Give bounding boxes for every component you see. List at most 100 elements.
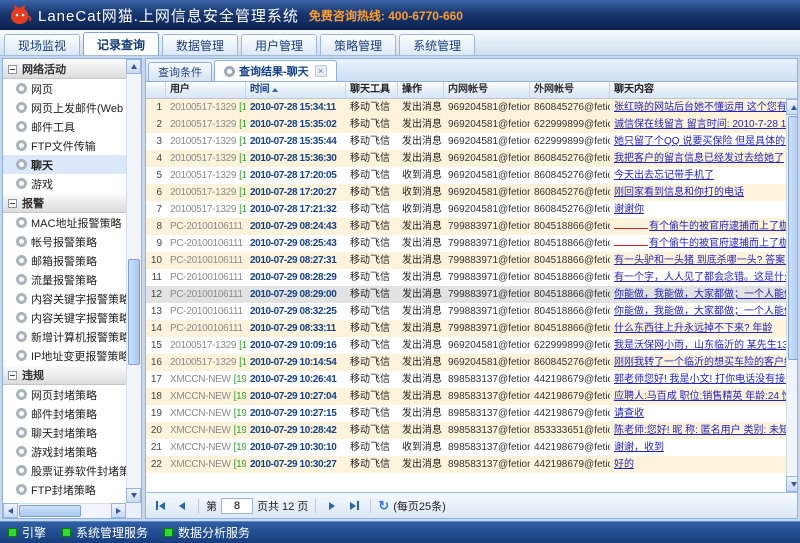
chat-message-link[interactable]: 陈老师:您好! 昵 称: 匿名用户 类别: 未知 xyxy=(614,425,786,436)
sidebar-item-邮件封堵策略[interactable]: 邮件封堵策略 xyxy=(3,404,126,423)
table-row[interactable]: 220100517-1329[12010-07-28 15:35:02移动飞信发… xyxy=(146,116,786,133)
chat-message-link[interactable]: 诚信保在线留言 留言时间: 2010-7-28 10:50:0 xyxy=(614,119,786,130)
scroll-up-icon[interactable] xyxy=(786,99,797,115)
sidebar-vscroll-thumb[interactable] xyxy=(128,259,140,366)
chat-message-link[interactable]: 我把客户的留言信息已经发过去给她了 xyxy=(614,153,784,164)
col-header-chat-tool[interactable]: 聊天工具 xyxy=(346,82,398,98)
table-row[interactable]: 320100517-1329[12010-07-28 15:35:44移动飞信发… xyxy=(146,133,786,150)
first-page-button[interactable] xyxy=(151,497,169,515)
sidebar-item-FTP封堵策略[interactable]: FTP封堵策略 xyxy=(3,480,126,499)
chat-message-link[interactable]: 你能做，我能做，大家都做；一个人能做，两 xyxy=(614,306,786,317)
menu-tab-系统管理[interactable]: 系统管理 xyxy=(399,34,475,55)
chat-message-link[interactable]: 有个偷牛的被官府逮捕而上了枷锁。熟人! xyxy=(649,238,786,249)
menu-tab-记录查询[interactable]: 记录查询 xyxy=(83,32,159,55)
table-row[interactable]: 21XMCCN-NEW[19:2010-07-29 10:30:10移动飞信收到… xyxy=(146,439,786,456)
table-row[interactable]: 18XMCCN-NEW[19:2010-07-29 10:27:04移动飞信发出… xyxy=(146,388,786,405)
chat-message-link[interactable]: 有一个字，人人见了都会念错。这是什么字?! xyxy=(614,272,786,283)
chat-message-link[interactable]: 请查收 xyxy=(614,408,644,419)
sidebar-item-内容关键字报警策略.邮[interactable]: 内容关键字报警策略.邮 xyxy=(3,308,126,327)
table-row[interactable]: 14PC-201001061112010-07-29 08:33:11移动飞信发… xyxy=(146,320,786,337)
sidebar-item-帐号报警策略[interactable]: 帐号报警策略 xyxy=(3,232,126,251)
chat-message-link[interactable]: 谢谢你 xyxy=(614,204,644,215)
tab-query-conditions[interactable]: 查询条件 xyxy=(148,62,212,81)
chat-message-link[interactable]: 我是沃保网小雨，山东临沂的 某先生1386497 xyxy=(614,340,786,351)
table-row[interactable]: 120100517-1329[12010-07-28 15:34:11移动飞信发… xyxy=(146,99,786,116)
table-row[interactable]: 10PC-201001061112010-07-29 08:27:31移动飞信发… xyxy=(146,252,786,269)
sidebar-hscroll-thumb[interactable] xyxy=(19,505,81,517)
menu-tab-现场监视[interactable]: 现场监视 xyxy=(4,34,80,55)
sidebar-item-游戏[interactable]: 游戏 xyxy=(3,174,126,193)
chat-message-link[interactable]: 今天出去忘记带手机了 xyxy=(614,170,714,181)
scroll-down-icon[interactable] xyxy=(126,488,141,503)
sidebar-item-邮件工具[interactable]: 邮件工具 xyxy=(3,117,126,136)
table-row[interactable]: 9PC-201001061112010-07-29 08:25:43移动飞信发出… xyxy=(146,235,786,252)
chat-message-link[interactable]: 谢谢，收到 xyxy=(614,442,664,453)
chat-message-link[interactable]: 什么东西往上升永远掉不下来? 年龄 xyxy=(614,323,772,334)
chat-message-link[interactable]: 你能做，我能做，大家都做；一个人能做，两 xyxy=(614,289,786,300)
chat-message-link[interactable]: 郭老师您好! 我是小文! 打你电话没有接，有 xyxy=(614,374,786,385)
sidebar-item-内容关键字报警策略.网[interactable]: 内容关键字报警策略.网 xyxy=(3,289,126,308)
table-row[interactable]: 12PC-201001061112010-07-29 08:29:00移动飞信发… xyxy=(146,286,786,303)
chat-message-link[interactable]: 刚刚我转了一个临沂的想买车险的客户给张红 xyxy=(614,357,786,368)
scroll-up-icon[interactable] xyxy=(126,59,141,74)
table-row[interactable]: 1620100517-1329[12010-07-29 10:14:54移动飞信… xyxy=(146,354,786,371)
sidebar-item-网页[interactable]: 网页 xyxy=(3,79,126,98)
sidebar-item-MAC地址报警策略[interactable]: MAC地址报警策略 xyxy=(3,213,126,232)
grid-vscroll-thumb[interactable] xyxy=(788,116,797,360)
table-row[interactable]: 420100517-1329[12010-07-28 15:36:30移动飞信发… xyxy=(146,150,786,167)
sidebar-item-游戏封堵策略[interactable]: 游戏封堵策略 xyxy=(3,442,126,461)
table-row[interactable]: 520100517-1329[12010-07-28 17:20:05移动飞信收… xyxy=(146,167,786,184)
chat-message-link[interactable]: 有一头驴和一头猪 到底杀哪一头? 答案:杀猪 xyxy=(614,255,786,266)
table-row[interactable]: 20XMCCN-NEW[19:2010-07-29 10:28:42移动飞信发出… xyxy=(146,422,786,439)
sidebar-item-IP地址变更报警策略[interactable]: IP地址变更报警策略 xyxy=(3,346,126,365)
sidebar-group-网络活动[interactable]: 网络活动 xyxy=(3,59,126,79)
sidebar-item-聊天[interactable]: 聊天 xyxy=(3,155,126,174)
sidebar-item-流量报警策略[interactable]: 流量报警策略 xyxy=(3,270,126,289)
col-header-time[interactable]: 时间 xyxy=(246,82,346,98)
sidebar-item-新增计算机报警策略[interactable]: 新增计算机报警策略 xyxy=(3,327,126,346)
grid-vertical-scrollbar[interactable] xyxy=(786,99,797,492)
table-row[interactable]: 620100517-1329[12010-07-28 17:20:27移动飞信收… xyxy=(146,184,786,201)
sidebar-item-聊天封堵策略[interactable]: 聊天封堵策略 xyxy=(3,423,126,442)
page-number-input[interactable] xyxy=(221,498,253,514)
sidebar-item-邮箱报警策略[interactable]: 邮箱报警策略 xyxy=(3,251,126,270)
menu-tab-用户管理[interactable]: 用户管理 xyxy=(241,34,317,55)
sidebar-vertical-scrollbar[interactable] xyxy=(126,59,141,503)
col-header-chat-content[interactable]: 聊天内容 xyxy=(610,82,797,98)
col-header-rownum[interactable] xyxy=(146,82,166,98)
menu-tab-策略管理[interactable]: 策略管理 xyxy=(320,34,396,55)
col-header-operation[interactable]: 操作 xyxy=(398,82,444,98)
sidebar-horizontal-scrollbar[interactable] xyxy=(3,503,126,518)
prev-page-button[interactable] xyxy=(173,497,191,515)
close-tab-icon[interactable]: × xyxy=(315,65,327,77)
table-row[interactable]: 17XMCCN-NEW[19:2010-07-29 10:26:41移动飞信发出… xyxy=(146,371,786,388)
menu-tab-数据管理[interactable]: 数据管理 xyxy=(162,34,238,55)
table-row[interactable]: 1520100517-1329[12010-07-29 10:09:16移动飞信… xyxy=(146,337,786,354)
chat-message-link[interactable]: 张红晓的网站后台她不懂运用 这个您有空记得 xyxy=(614,102,786,113)
scroll-down-icon[interactable] xyxy=(786,476,797,492)
table-row[interactable]: 11PC-201001061112010-07-29 08:28:29移动飞信发… xyxy=(146,269,786,286)
table-row[interactable]: 13PC-201001061112010-07-29 08:32:25移动飞信发… xyxy=(146,303,786,320)
sidebar-item-网页封堵策略[interactable]: 网页封堵策略 xyxy=(3,385,126,404)
last-page-button[interactable] xyxy=(345,497,363,515)
sidebar-item-网页上发邮件(Web Mail)[interactable]: 网页上发邮件(Web Mail) xyxy=(3,98,126,117)
chat-message-link[interactable]: 她只留了个QQ 说要买保险 但是具体的您回去 xyxy=(614,136,786,147)
chat-message-link[interactable]: 好的 xyxy=(614,459,634,470)
table-row[interactable]: 19XMCCN-NEW[19:2010-07-29 10:27:15移动飞信发出… xyxy=(146,405,786,422)
chat-message-link[interactable]: 有个偷牛的被官府逮捕而上了枷锁。熟人! xyxy=(649,221,786,232)
scroll-right-icon[interactable] xyxy=(111,503,126,518)
col-header-user[interactable]: 用户 xyxy=(166,82,246,98)
sidebar-item-股票证券软件封堵策略[interactable]: 股票证券软件封堵策略 xyxy=(3,461,126,480)
sidebar-item-FTP文件传输[interactable]: FTP文件传输 xyxy=(3,136,126,155)
tab-query-result-chat[interactable]: 查询结果-聊天 × xyxy=(214,60,337,81)
refresh-icon[interactable]: ↻ xyxy=(378,499,389,512)
col-header-external-account[interactable]: 外网帐号 xyxy=(530,82,610,98)
table-row[interactable]: 8PC-201001061112010-07-29 08:24:43移动飞信发出… xyxy=(146,218,786,235)
scroll-left-icon[interactable] xyxy=(3,503,18,518)
sidebar-group-报警[interactable]: 报警 xyxy=(3,193,126,213)
next-page-button[interactable] xyxy=(323,497,341,515)
col-header-internal-account[interactable]: 内网帐号 xyxy=(444,82,530,98)
table-row[interactable]: 720100517-1329[12010-07-28 17:21:32移动飞信收… xyxy=(146,201,786,218)
table-row[interactable]: 22XMCCN-NEW[19:2010-07-29 10:30:27移动飞信发出… xyxy=(146,456,786,473)
chat-message-link[interactable]: 应聘人:马百成 职位:销售精英 年龄:24 性别(0男 xyxy=(614,391,786,402)
